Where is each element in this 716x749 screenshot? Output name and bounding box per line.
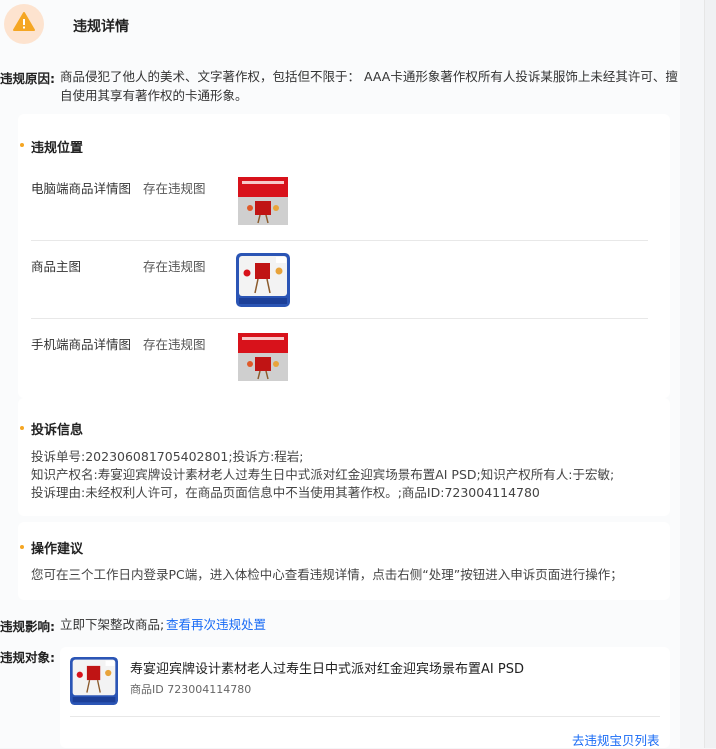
location-status-pc: 存在违规图 [143,181,206,196]
violation-detail-panel: 违规详情 违规原因: 商品侵犯了他人的美术、文字著作权，包括但不限于： AAA卡… [0,0,680,748]
reason-label: 违规原因: [0,71,55,86]
location-title: 违规位置 [31,141,84,156]
advice-text: 您可在三个工作日内登录PC端，进入体检中心查看违规详情，点击右侧“处理”按钮进入… [31,567,623,582]
location-name-main: 商品主图 [31,259,82,274]
violation-image-thumbnail[interactable] [236,331,290,385]
advice-card [18,522,670,600]
impact-label: 违规影响: [0,619,55,634]
violation-location-card [18,114,670,398]
impact-text: 立即下架整改商品; [60,617,165,632]
divider [31,318,648,319]
product-id: 商品ID 723004114780 [130,683,252,696]
product-title[interactable]: 寿宴迎宾牌设计素材老人过寿生日中式派对红金迎宾场景布置AI PSD [130,658,524,677]
warning-icon [4,4,44,44]
location-name-pc: 电脑端商品详情图 [31,181,132,196]
location-status-mobile: 存在违规图 [143,337,206,352]
complaint-title: 投诉信息 [31,423,84,438]
bullet-dot [20,545,24,549]
reason-text-line2: 自使用其享有著作权的卡通形象。 [60,88,248,103]
repeat-violation-link[interactable]: 查看再次违规处置 [166,615,266,634]
target-label: 违规对象: [0,650,55,665]
reason-text-line1: 商品侵犯了他人的美术、文字著作权，包括但不限于： AAA卡通形象著作权所有人投诉… [60,69,678,84]
violation-image-thumbnail[interactable] [236,175,290,229]
location-status-main: 存在违规图 [143,259,206,274]
bullet-dot [20,143,24,147]
advice-title: 操作建议 [31,542,84,557]
violation-list-link[interactable]: 去违规宝贝列表 [572,730,660,749]
scrollbar[interactable] [704,0,716,748]
divider [70,716,660,717]
product-thumbnail[interactable] [70,657,118,705]
header: 违规详情 [0,0,680,48]
location-name-mobile: 手机端商品详情图 [31,337,132,352]
violation-image-thumbnail[interactable] [236,253,290,307]
complaint-line: 知识产权名:寿宴迎宾牌设计素材老人过寿生日中式派对红金迎宾场景布置AI PSD;… [31,467,615,482]
divider [31,240,648,241]
bullet-dot [20,426,24,430]
page-title: 违规详情 [73,19,129,35]
complaint-line: 投诉理由:未经权利人许可，在商品页面信息中不当使用其著作权。;商品ID:7230… [31,485,540,500]
complaint-line: 投诉单号:202306081705402801;投诉方:程岩; [31,449,304,464]
